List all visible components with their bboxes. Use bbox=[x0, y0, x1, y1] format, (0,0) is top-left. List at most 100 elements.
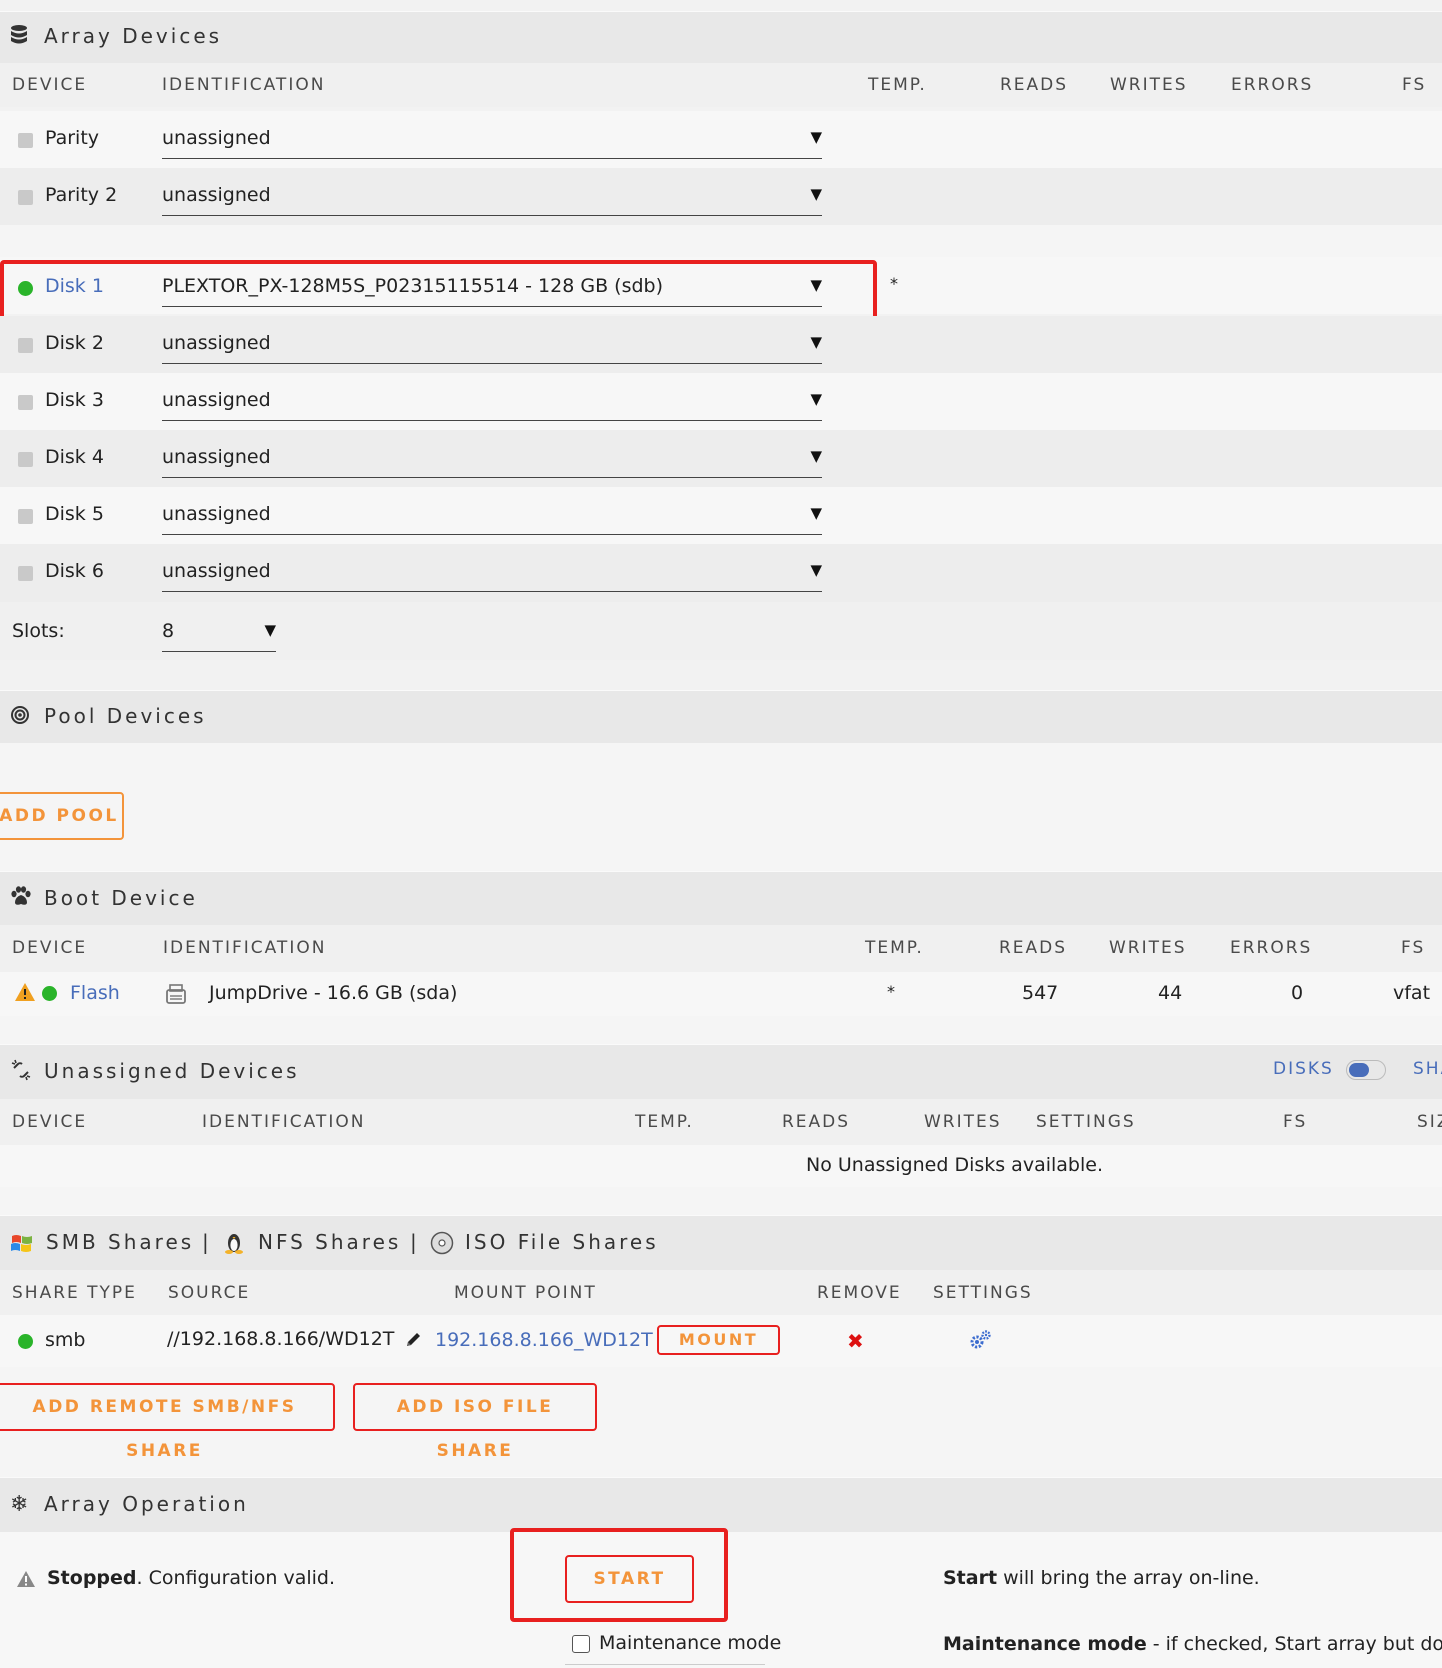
col-identification: IDENTIFICATION bbox=[163, 938, 327, 958]
status-square bbox=[18, 509, 33, 524]
linux-icon bbox=[224, 1230, 244, 1258]
boot-column-headers: DEVICE IDENTIFICATION TEMP. READS WRITES… bbox=[0, 925, 1442, 972]
table-row: Disk 6 unassigned ▼ bbox=[0, 544, 1442, 602]
table-row: Disk 5 unassigned ▼ bbox=[0, 487, 1442, 544]
disks-toggle-label: DISKS bbox=[1273, 1059, 1334, 1079]
target-icon bbox=[10, 705, 30, 730]
boot-errors: 0 bbox=[1291, 982, 1304, 1004]
database-icon bbox=[10, 24, 28, 51]
caret-down-icon: ▼ bbox=[264, 621, 276, 639]
col-size: SIZ bbox=[1417, 1112, 1442, 1132]
paw-icon bbox=[10, 886, 32, 911]
col-mount-point: MOUNT POINT bbox=[454, 1283, 597, 1303]
disk2-select[interactable]: unassigned ▼ bbox=[162, 324, 822, 364]
parity2-select[interactable]: unassigned ▼ bbox=[162, 176, 822, 216]
add-iso-share-button[interactable]: ADD ISO FILE SHARE bbox=[353, 1383, 597, 1461]
add-remote-share-button[interactable]: ADD REMOTE SMB/NFS SHARE bbox=[0, 1383, 335, 1461]
table-row: Flash JumpDrive - 16.6 GB (sda) * 547 44… bbox=[0, 972, 1442, 1016]
boot-reads: 547 bbox=[1022, 982, 1059, 1004]
boot-writes: 44 bbox=[1158, 982, 1183, 1004]
warning-icon bbox=[14, 982, 36, 1006]
table-row: Disk 4 unassigned ▼ bbox=[0, 430, 1442, 487]
disk3-select[interactable]: unassigned ▼ bbox=[162, 381, 822, 421]
empty-message: No Unassigned Disks available. bbox=[806, 1154, 1103, 1176]
maintenance-help-text: Maintenance mode - if checked, Start arr… bbox=[943, 1633, 1442, 1655]
col-device: DEVICE bbox=[12, 75, 88, 95]
pencil-icon[interactable] bbox=[404, 1331, 422, 1353]
start-help-text: Start will bring the array on-line. bbox=[943, 1567, 1260, 1589]
caret-down-icon: ▼ bbox=[810, 447, 822, 465]
col-device: DEVICE bbox=[12, 1112, 88, 1132]
unassigned-devices-header: Unassigned Devices DISKS SHA bbox=[0, 1044, 1442, 1099]
status-square bbox=[18, 566, 33, 581]
table-row: Disk 2 unassigned ▼ bbox=[0, 316, 1442, 373]
start-button[interactable]: START bbox=[565, 1555, 694, 1603]
slots-select[interactable]: 8 ▼ bbox=[162, 612, 276, 652]
device-name: Disk 3 bbox=[45, 389, 104, 411]
col-reads: READS bbox=[1000, 75, 1069, 95]
share-source: //192.168.8.166/WD12T bbox=[167, 1328, 395, 1350]
col-settings: SETTINGS bbox=[1036, 1112, 1136, 1132]
device-name: Disk 2 bbox=[45, 332, 104, 354]
col-temp: TEMP. bbox=[868, 75, 927, 95]
col-errors: ERRORS bbox=[1231, 75, 1314, 95]
disk4-select[interactable]: unassigned ▼ bbox=[162, 438, 822, 478]
caret-down-icon: ▼ bbox=[810, 561, 822, 579]
empty-row: No Unassigned Disks available. bbox=[0, 1145, 1442, 1187]
tab-nfs-shares[interactable]: NFS Shares bbox=[258, 1230, 401, 1254]
array-operation-title: Array Operation bbox=[44, 1492, 249, 1516]
slots-label: Slots: bbox=[12, 620, 65, 642]
col-reads: READS bbox=[999, 938, 1068, 958]
status-square bbox=[18, 395, 33, 410]
unassigned-devices-title: Unassigned Devices bbox=[44, 1059, 300, 1083]
tab-smb-shares[interactable]: SMB Shares bbox=[46, 1230, 194, 1254]
status-dot bbox=[18, 1334, 33, 1349]
highlight-box bbox=[0, 260, 877, 322]
disk1-temp: * bbox=[890, 274, 898, 293]
add-pool-button[interactable]: ADD POOL bbox=[0, 792, 124, 840]
flash-link[interactable]: Flash bbox=[70, 982, 120, 1004]
table-row: Disk 3 unassigned ▼ bbox=[0, 373, 1442, 430]
parity-select[interactable]: unassigned ▼ bbox=[162, 119, 822, 159]
shares-column-headers: SHARE TYPE SOURCE MOUNT POINT REMOVE SET… bbox=[0, 1270, 1442, 1315]
snowflake-icon: ❄ bbox=[10, 1492, 29, 1517]
mount-point-link[interactable]: 192.168.8.166_WD12T bbox=[435, 1329, 653, 1351]
maintenance-checkbox[interactable] bbox=[572, 1635, 590, 1653]
unlink-icon bbox=[10, 1059, 32, 1086]
col-writes: WRITES bbox=[924, 1112, 1002, 1132]
col-identification: IDENTIFICATION bbox=[162, 75, 326, 95]
col-identification: IDENTIFICATION bbox=[202, 1112, 366, 1132]
disk6-select[interactable]: unassigned ▼ bbox=[162, 552, 822, 592]
status-square bbox=[18, 338, 33, 353]
col-reads: READS bbox=[782, 1112, 851, 1132]
windows-icon bbox=[10, 1232, 34, 1258]
tab-iso-file-shares[interactable]: ISO File Shares bbox=[465, 1230, 659, 1254]
col-writes: WRITES bbox=[1109, 938, 1187, 958]
device-name: Parity 2 bbox=[45, 184, 118, 206]
boot-fs: vfat bbox=[1393, 982, 1431, 1004]
usb-drive-icon bbox=[165, 982, 187, 1010]
col-remove: REMOVE bbox=[817, 1283, 902, 1303]
shares-header: SMB Shares | NFS Shares | ISO File Share… bbox=[0, 1215, 1442, 1270]
col-source: SOURCE bbox=[168, 1283, 251, 1303]
col-writes: WRITES bbox=[1110, 75, 1188, 95]
device-name: Parity bbox=[45, 127, 100, 149]
tab-separator: | bbox=[202, 1230, 209, 1254]
disk5-select[interactable]: unassigned ▼ bbox=[162, 495, 822, 535]
unassigned-column-headers: DEVICE IDENTIFICATION TEMP. READS WRITES… bbox=[0, 1099, 1442, 1145]
gears-icon[interactable] bbox=[968, 1329, 992, 1355]
col-fs: FS bbox=[1283, 1112, 1308, 1132]
col-fs: FS bbox=[1401, 938, 1426, 958]
col-fs: FS bbox=[1402, 75, 1427, 95]
disc-icon bbox=[430, 1231, 454, 1259]
col-device: DEVICE bbox=[12, 938, 88, 958]
mount-button[interactable]: MOUNT bbox=[657, 1325, 780, 1355]
caret-down-icon: ▼ bbox=[810, 504, 822, 522]
disks-toggle[interactable] bbox=[1346, 1060, 1386, 1080]
status-square bbox=[18, 190, 33, 205]
remove-icon[interactable]: ✖ bbox=[847, 1329, 864, 1353]
slots-row: Slots: 8 ▼ bbox=[0, 602, 1442, 660]
warning-icon bbox=[16, 1570, 36, 1592]
status-square bbox=[18, 133, 33, 148]
array-devices-title: Array Devices bbox=[44, 24, 223, 48]
